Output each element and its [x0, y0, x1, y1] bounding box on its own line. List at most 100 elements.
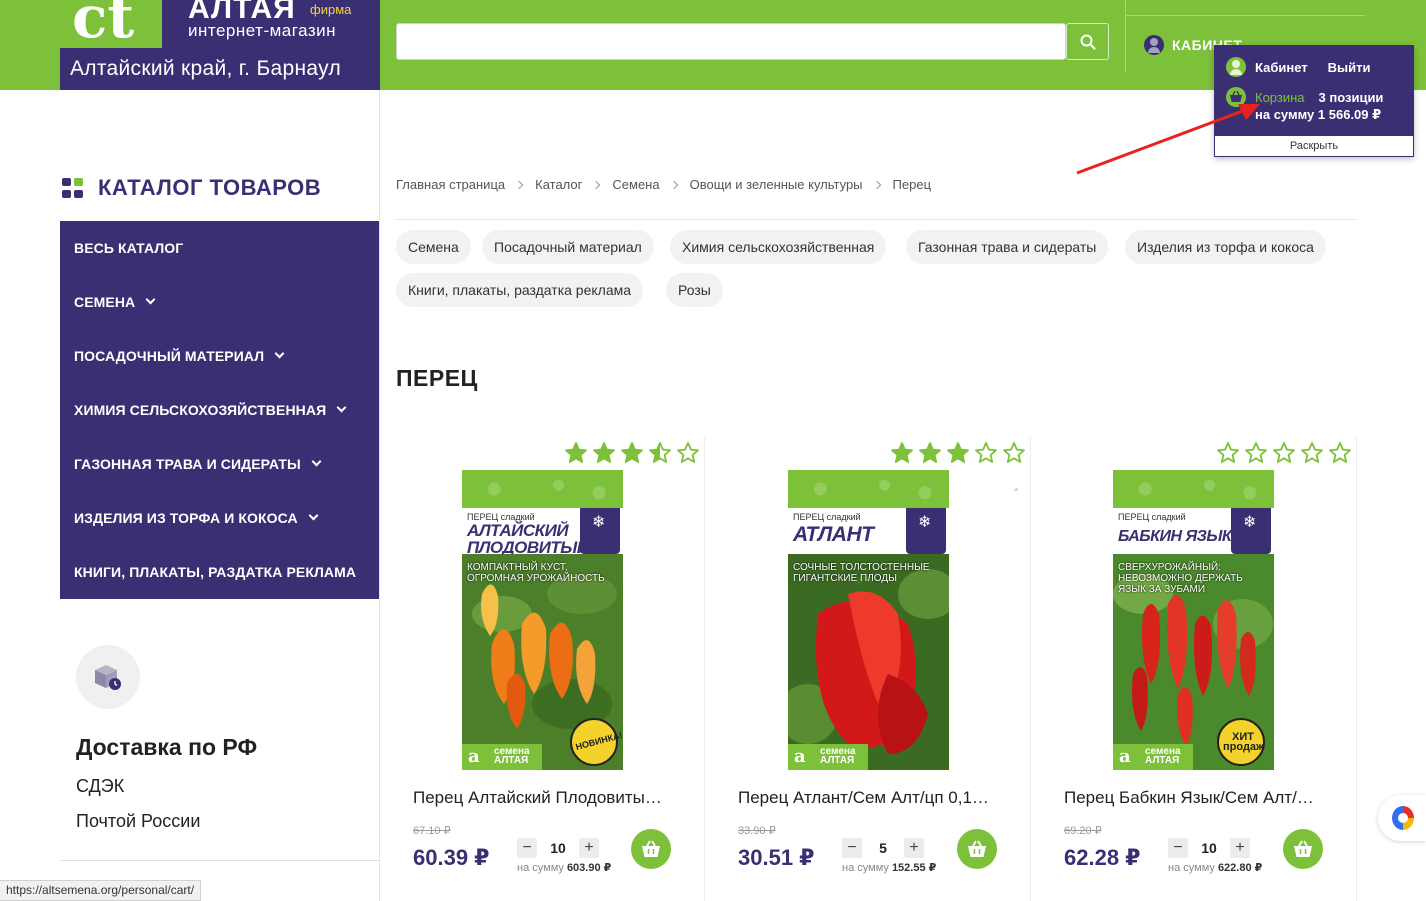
- user-icon: [1144, 35, 1164, 55]
- catalog-title: КАТАЛОГ ТОВАРОВ: [98, 175, 322, 200]
- delivery-post: Почтой России: [76, 811, 201, 831]
- basket-icon: [642, 840, 660, 857]
- breadcrumb-vegetables[interactable]: Овощи и зеленные культуры: [690, 177, 863, 192]
- catalog-heading: КАТАЛОГ ТОВАРОВ: [62, 175, 321, 201]
- product-name[interactable]: Перец Бабкин Язык/Сем Алт/цп 0,1 гр.: [1064, 788, 1316, 808]
- siberia-badge-icon: [906, 508, 946, 554]
- star-icon[interactable]: [946, 441, 970, 465]
- search-button[interactable]: [1066, 23, 1109, 60]
- quantity-increase-button[interactable]: +: [579, 838, 599, 858]
- star-icon[interactable]: [1272, 441, 1296, 465]
- product-image[interactable]: ПЕРЕЦ сладкий АЛТАЙСКИЙПЛОДОВИТЫЙ КОМПАК…: [462, 470, 623, 770]
- old-price: 69.20 ₽: [1064, 825, 1102, 837]
- chip-lawn[interactable]: Газонная трава и сидераты: [906, 230, 1109, 264]
- quantity-increase-button[interactable]: +: [1230, 838, 1250, 858]
- star-icon[interactable]: [974, 441, 998, 465]
- old-price: 33.90 ₽: [738, 825, 776, 837]
- quantity-decrease-button[interactable]: −: [1168, 838, 1188, 858]
- card-separator: [704, 437, 705, 901]
- add-to-cart-button[interactable]: [1283, 829, 1323, 869]
- chip-planting[interactable]: Посадочный материал: [482, 230, 654, 264]
- breadcrumb-seeds[interactable]: Семена: [612, 177, 659, 192]
- line-total: на сумму 152.55 ₽: [842, 862, 937, 874]
- product-image[interactable]: ПЕРЕЦ сладкий АТЛАНТ СОЧНЫЕ ТОЛСТОСТЕННЫ…: [788, 470, 949, 770]
- favorite-mark[interactable]: *: [1014, 486, 1018, 498]
- popup-cabinet-link[interactable]: Кабинет: [1255, 60, 1308, 75]
- price: 30.51 ₽: [738, 845, 815, 870]
- star-icon[interactable]: [918, 441, 942, 465]
- star-icon[interactable]: [564, 441, 588, 465]
- extension-badge[interactable]: [1378, 795, 1426, 841]
- star-icon[interactable]: [592, 441, 616, 465]
- product-image[interactable]: ПЕРЕЦ сладкий БАБКИН ЯЗЫК СВЕРХУРОЖАЙНЫЙ…: [1113, 470, 1274, 770]
- catalog-menu: ВЕСЬ КАТАЛОГ СЕМЕНА ПОСАДОЧНЫЙ МАТЕРИАЛ …: [60, 221, 379, 599]
- old-price: 67.10 ₽: [413, 825, 451, 837]
- sidebar-divider: [60, 860, 379, 861]
- quantity-decrease-button[interactable]: −: [842, 838, 862, 858]
- bestseller-sticker: ХИТ продаж: [1217, 718, 1265, 766]
- star-icon[interactable]: [1244, 441, 1268, 465]
- sidebar-item-lawn[interactable]: ГАЗОННАЯ ТРАВА И СИДЕРАТЫ: [74, 437, 322, 491]
- quantity-increase-button[interactable]: +: [904, 838, 924, 858]
- chip-books[interactable]: Книги, плакаты, раздатка реклама: [396, 273, 644, 307]
- cart-sum: на сумму 1 566.09 ₽: [1255, 107, 1382, 122]
- cart-count: 3 позиции: [1318, 89, 1384, 105]
- breadcrumb-home[interactable]: Главная страница: [396, 177, 505, 192]
- quantity-decrease-button[interactable]: −: [517, 838, 537, 858]
- left-column-border: [379, 90, 380, 901]
- extension-icon: [1392, 806, 1414, 830]
- basket-icon: [1294, 840, 1312, 857]
- sidebar-item-peat[interactable]: ИЗДЕЛИЯ ИЗ ТОРФА И КОКОСА: [74, 491, 319, 545]
- sidebar-item-all[interactable]: ВЕСЬ КАТАЛОГ: [74, 221, 183, 275]
- chevron-down-icon: [145, 294, 156, 305]
- star-icon[interactable]: [1002, 441, 1026, 465]
- quantity-value[interactable]: 10: [540, 840, 576, 856]
- product-name[interactable]: Перец Алтайский Плодовитый/Сем Алт/цп 0,…: [413, 788, 665, 808]
- chip-roses[interactable]: Розы: [666, 273, 723, 307]
- chip-peat[interactable]: Изделия из торфа и кокоса: [1125, 230, 1326, 264]
- delivery-cdek: СДЭК: [76, 776, 125, 796]
- status-bar-url: https://altsemena.org/personal/cart/: [0, 880, 202, 901]
- chevron-down-icon: [274, 348, 285, 359]
- star-icon[interactable]: [620, 441, 644, 465]
- header-divider-h: [1125, 15, 1365, 16]
- star-icon[interactable]: [676, 441, 700, 465]
- logout-link[interactable]: Выйти: [1328, 60, 1371, 75]
- star-icon[interactable]: [1328, 441, 1352, 465]
- add-to-cart-button[interactable]: [957, 829, 997, 869]
- line-total: на сумму 622.80 ₽: [1168, 862, 1263, 874]
- chip-seeds[interactable]: Семена: [396, 230, 471, 264]
- logo-subtitle: интернет-магазин: [188, 21, 337, 40]
- logo-mark: ct: [60, 0, 162, 48]
- sidebar-item-books[interactable]: КНИГИ, ПЛАКАТЫ, РАЗДАТКА РЕКЛАМА: [74, 545, 356, 599]
- logo-firm: фирма: [310, 2, 352, 17]
- chevron-down-icon: [311, 456, 322, 467]
- sidebar-item-chemistry[interactable]: ХИМИЯ СЕЛЬСКОХОЗЯЙСТВЕННАЯ: [74, 383, 347, 437]
- chevron-right-icon: [872, 180, 881, 189]
- rating-stars: [564, 441, 700, 465]
- delivery-icon: [76, 645, 140, 709]
- breadcrumb-catalog[interactable]: Каталог: [535, 177, 582, 192]
- siberia-badge-icon: [1231, 508, 1271, 554]
- star-icon[interactable]: [1300, 441, 1324, 465]
- product-name[interactable]: Перец Атлант/Сем Алт/цп 0,1 гр.: [738, 788, 990, 808]
- quantity-value[interactable]: 5: [865, 840, 901, 856]
- search-input[interactable]: [396, 23, 1066, 60]
- star-icon[interactable]: [648, 441, 672, 465]
- sidebar-item-planting[interactable]: ПОСАДОЧНЫЙ МАТЕРИАЛ: [74, 329, 285, 383]
- quantity-value[interactable]: 10: [1191, 840, 1227, 856]
- chevron-down-icon: [308, 510, 319, 521]
- chip-chemistry[interactable]: Химия сельскохозяйственная: [670, 230, 887, 264]
- annotation-arrow-icon: [1076, 104, 1260, 175]
- breadcrumb-current: Перец: [892, 177, 932, 192]
- price: 62.28 ₽: [1064, 845, 1141, 870]
- card-separator: [1356, 437, 1357, 901]
- add-to-cart-button[interactable]: [631, 829, 671, 869]
- sidebar-item-seeds[interactable]: СЕМЕНА: [74, 275, 156, 329]
- star-icon[interactable]: [1216, 441, 1240, 465]
- region-label[interactable]: Алтайский край, г. Барнаул: [70, 57, 341, 81]
- rating-stars: [890, 441, 1026, 465]
- breadcrumb-divider: [396, 219, 1356, 220]
- logo-block[interactable]: ct АЛТАЯ фирма интернет-магазин Алтайски…: [60, 0, 380, 90]
- star-icon[interactable]: [890, 441, 914, 465]
